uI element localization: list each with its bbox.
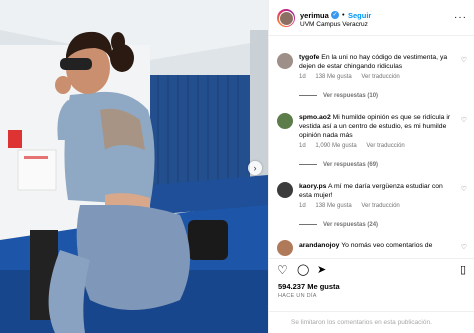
comment-text: En la uni no hay código de vestimenta, y… — [299, 54, 448, 70]
comment-meta: 1d 138 Me gusta Ver traducción — [299, 203, 408, 209]
like-comment-heart-icon[interactable]: ♡ — [461, 243, 467, 251]
comment-meta: 1d 1,090 Me gusta Ver traducción — [299, 143, 413, 149]
comment-avatar[interactable] — [277, 53, 293, 69]
post-actions-bar: ♡ ◯ ➤ ▯ — [269, 258, 474, 278]
verified-badge-icon: ✓ — [331, 11, 339, 19]
comment-meta: 1d 138 Me gusta Ver traducción — [299, 74, 408, 80]
comment-time: 1d — [299, 203, 306, 209]
save-bookmark-icon[interactable]: ▯ — [460, 263, 466, 276]
author-username[interactable]: yerimua — [300, 11, 329, 20]
next-photo-arrow-icon[interactable]: › — [248, 161, 262, 175]
comment-likes[interactable]: 138 Me gusta — [315, 203, 351, 209]
post-photo-image — [0, 0, 268, 333]
comment-avatar[interactable] — [277, 240, 293, 256]
view-replies-link[interactable]: Ver respuestas (69) — [299, 162, 378, 168]
comment-username[interactable]: tygofe — [299, 54, 319, 61]
comment-body: kaory.ps A mí me daría vergüenza estudia… — [299, 182, 455, 200]
see-translation-link[interactable]: Ver traducción — [366, 143, 404, 149]
comments-panel: yerimua ✓ • Seguir UVM Campus Veracruz ·… — [268, 0, 474, 333]
comment-body: arandanojoy Yo nomás veo comentarios de — [299, 241, 455, 250]
author-avatar[interactable] — [277, 9, 295, 27]
comment-username[interactable]: arandanojoy — [299, 242, 339, 249]
comment-avatar[interactable] — [277, 182, 293, 198]
comment-username[interactable]: kaory.ps — [299, 183, 326, 190]
post-modal: › yerimua ✓ • Seguir UVM Campus Veracruz… — [0, 0, 474, 333]
follow-button[interactable]: Seguir — [348, 11, 371, 20]
comment-footer: Se limitaron los comentarios en esta pub… — [269, 311, 474, 333]
header-separator: • — [342, 10, 345, 19]
view-replies-link[interactable]: Ver respuestas (10) — [299, 93, 378, 99]
comment-time: 1d — [299, 74, 306, 80]
post-header: yerimua ✓ • Seguir UVM Campus Veracruz ·… — [269, 0, 474, 36]
post-timestamp: HACE UN DÍA — [278, 293, 317, 299]
post-photo[interactable]: › — [0, 0, 268, 333]
more-options-icon[interactable]: ··· — [454, 12, 467, 23]
share-send-icon[interactable]: ➤ — [317, 263, 326, 276]
comments-limited-notice: Se limitaron los comentarios en esta pub… — [291, 319, 432, 326]
see-translation-link[interactable]: Ver traducción — [361, 74, 399, 80]
like-comment-heart-icon[interactable]: ♡ — [461, 185, 467, 193]
post-likes-count[interactable]: 594.237 Me gusta — [278, 282, 340, 291]
view-replies-label[interactable]: Ver respuestas (69) — [323, 162, 378, 168]
comment-bubble-icon[interactable]: ◯ — [297, 263, 309, 276]
comment-time: 1d — [299, 143, 306, 149]
view-replies-link[interactable]: Ver respuestas (24) — [299, 222, 378, 228]
comment-likes[interactable]: 138 Me gusta — [315, 74, 351, 80]
comment-avatar[interactable] — [277, 113, 293, 129]
comment-username[interactable]: spmo.ao2 — [299, 114, 331, 121]
view-replies-label[interactable]: Ver respuestas (24) — [323, 222, 378, 228]
comment-text: Yo nomás veo comentarios de — [341, 242, 433, 249]
comment-body: tygofe En la uni no hay código de vestim… — [299, 53, 455, 71]
comment-body: spmo.ao2 Mi humilde opinión es que se ri… — [299, 113, 455, 140]
comment-likes[interactable]: 1,090 Me gusta — [315, 143, 356, 149]
like-comment-heart-icon[interactable]: ♡ — [461, 116, 467, 124]
like-comment-heart-icon[interactable]: ♡ — [461, 56, 467, 64]
like-heart-icon[interactable]: ♡ — [277, 263, 288, 277]
see-translation-link[interactable]: Ver traducción — [361, 203, 399, 209]
view-replies-label[interactable]: Ver respuestas (10) — [323, 93, 378, 99]
post-location[interactable]: UVM Campus Veracruz — [300, 21, 368, 28]
